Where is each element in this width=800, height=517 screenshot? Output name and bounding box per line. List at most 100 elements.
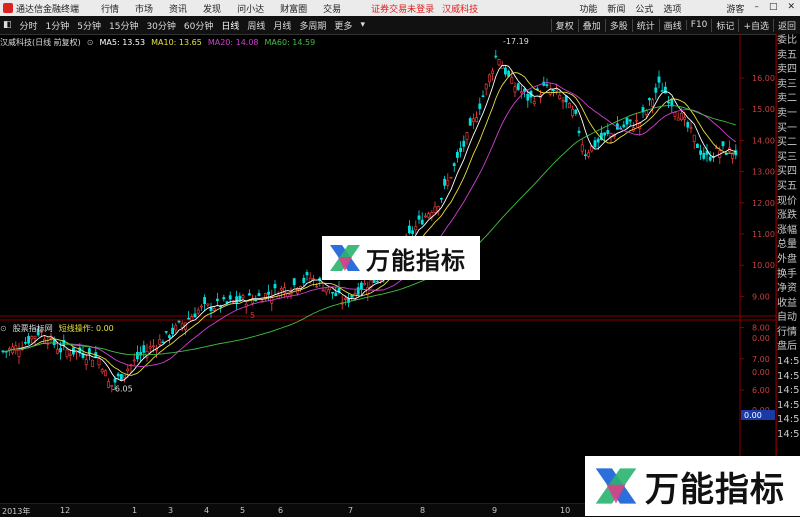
candle-body xyxy=(606,130,610,134)
quote-panel-label[interactable]: 委比 xyxy=(777,34,800,49)
candle-body xyxy=(516,83,520,90)
ma10-label: MA10: 13.65 xyxy=(151,37,202,47)
settings-icon[interactable]: ⊙ xyxy=(87,38,94,47)
candle-body xyxy=(695,143,699,148)
quote-panel-label[interactable]: 14:56 xyxy=(777,399,800,414)
candle-body xyxy=(577,130,581,134)
watermark-corner-text: 万能指标 xyxy=(645,469,785,510)
quote-panel-label[interactable]: 14:56 xyxy=(777,384,800,399)
quote-panel-label[interactable]: 总量 xyxy=(777,238,800,253)
indicator-name[interactable]: 股票指标网 xyxy=(13,323,53,334)
candle-body xyxy=(593,140,597,148)
quote-panel-label[interactable]: 净资 xyxy=(777,282,800,297)
ma20-label: MA20: 14.08 xyxy=(207,37,259,47)
candle-body xyxy=(596,138,600,143)
price-tick-label: 11.00 xyxy=(752,230,775,239)
event-marker: 5 xyxy=(250,311,255,320)
quote-panel-label[interactable]: 盘后 xyxy=(777,340,800,355)
candle-body xyxy=(331,291,335,294)
quote-panel-label[interactable]: 买五 xyxy=(777,180,800,195)
price-tick-label: 16.00 xyxy=(752,74,775,83)
candle-body xyxy=(136,351,139,360)
candle-body xyxy=(484,83,488,90)
candle-body xyxy=(126,368,130,372)
candle-body xyxy=(679,113,683,121)
candle-body xyxy=(248,293,251,296)
quote-panel-label[interactable]: 卖四 xyxy=(777,63,800,78)
quote-panel-label[interactable]: 换手 xyxy=(777,268,800,283)
candle-body xyxy=(407,225,411,234)
time-tick-label: 4 xyxy=(204,506,210,515)
quote-panel-label[interactable]: 现价 xyxy=(777,195,800,210)
time-tick-label: 2013年 xyxy=(2,507,31,516)
candle-body xyxy=(23,341,27,344)
quote-panel-label[interactable]: 自动 xyxy=(777,311,800,326)
candle-body xyxy=(513,86,517,93)
ma60-line xyxy=(2,105,736,356)
candle-body xyxy=(315,285,319,288)
candle-body xyxy=(708,156,712,161)
indicator-current-value: 0.00 xyxy=(744,411,762,420)
candle-body xyxy=(177,320,181,323)
candle-body xyxy=(494,55,498,58)
price-tick-label: 15.00 xyxy=(752,105,775,114)
candle-body xyxy=(321,289,325,292)
candle-body xyxy=(449,176,453,179)
candle-body xyxy=(622,124,626,128)
candle-body xyxy=(427,213,431,218)
candle-body xyxy=(574,109,578,114)
candle-body xyxy=(503,67,507,75)
candle-body xyxy=(487,74,491,83)
time-tick-label: 8 xyxy=(420,506,426,515)
quote-panel-label[interactable]: 卖五 xyxy=(777,49,800,64)
candle-body xyxy=(465,132,469,140)
quote-panel-label[interactable]: 14:56 xyxy=(777,413,800,428)
quote-panel-label[interactable]: 卖三 xyxy=(777,78,800,93)
quote-panel-label[interactable]: 14:56 xyxy=(777,370,800,385)
candle-body xyxy=(548,89,552,95)
quote-panel-label[interactable]: 14:56 xyxy=(777,355,800,370)
time-tick-label: 10 xyxy=(560,506,571,515)
indicator-settings-icon[interactable]: ⊙ xyxy=(0,324,7,333)
candle-body xyxy=(468,118,472,126)
quote-panel-label[interactable]: 买三 xyxy=(777,151,800,166)
candle-body xyxy=(235,296,239,303)
candle-body xyxy=(292,278,296,286)
quote-panel-label[interactable]: 买四 xyxy=(777,165,800,180)
candle-body xyxy=(363,283,367,286)
candle-body xyxy=(532,101,536,105)
time-tick-label: 7 xyxy=(348,506,354,515)
candle-body xyxy=(171,327,175,335)
candle-body xyxy=(731,153,735,159)
candle-body xyxy=(439,197,443,200)
quote-panel-label[interactable]: 收益 xyxy=(777,297,800,312)
candle-body xyxy=(475,117,479,122)
candle-body xyxy=(350,295,354,298)
candle-body xyxy=(200,305,203,308)
candle-body xyxy=(168,335,171,339)
candle-body xyxy=(452,163,456,166)
candle-body xyxy=(52,339,56,345)
quote-panel-label[interactable]: 外盘 xyxy=(777,253,800,268)
quote-panel-label[interactable]: 卖二 xyxy=(777,92,800,107)
candle-body xyxy=(459,147,463,153)
quote-panel-label[interactable]: 涨跌 xyxy=(777,209,800,224)
quote-panel-label[interactable]: 行情 xyxy=(777,326,800,341)
quote-panel-label[interactable]: 卖一 xyxy=(777,107,800,122)
candle-body xyxy=(206,303,210,306)
quote-panel-label[interactable]: 买一 xyxy=(777,122,800,137)
candle-body xyxy=(180,323,184,328)
watermark-text: 万能指标 xyxy=(366,246,466,275)
candle-body xyxy=(334,292,338,297)
candle-body xyxy=(27,336,31,344)
quote-panel-label[interactable]: 涨幅 xyxy=(777,224,800,239)
candle-body xyxy=(55,349,59,354)
quote-panel-label[interactable]: 买二 xyxy=(777,136,800,151)
indicator-tick-label: 0.00 xyxy=(752,368,770,377)
candle-body xyxy=(478,103,482,109)
quote-panel-label[interactable]: 14:56 xyxy=(777,428,800,443)
time-tick-label: 1 xyxy=(132,506,138,515)
candle-body xyxy=(657,76,661,83)
candle-body xyxy=(187,317,191,320)
candle-body xyxy=(65,349,69,357)
